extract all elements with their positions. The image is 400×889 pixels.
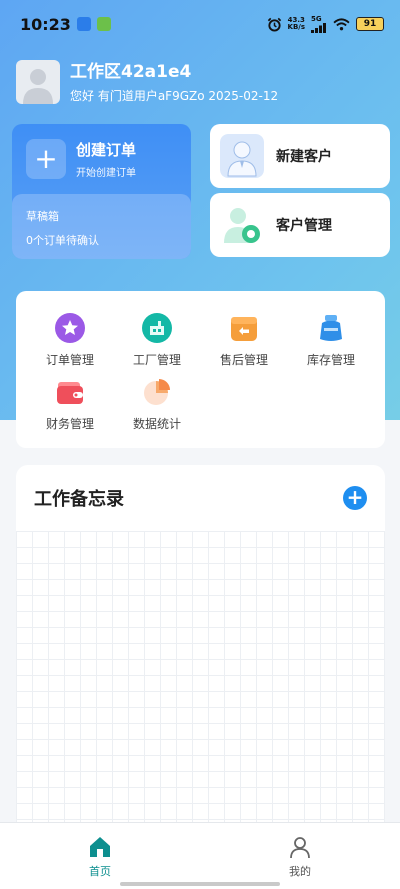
order-management-label: 订单管理 [45,353,94,367]
factory-icon [142,313,172,343]
star-badge-icon [55,313,85,343]
new-customer-label: 新建客户 [276,149,332,165]
add-memo-button[interactable]: + [343,486,367,510]
statistics-button[interactable]: 数据统计 [117,377,197,432]
app-screen: 10:23 43.3 KB/s 5G 91 工作区42a1e4 您好 有门道用户… [0,0,400,889]
wifi-icon [333,17,350,30]
user-profile-icon [290,837,310,859]
work-memo-panel: 工作备忘录 + [16,465,385,825]
status-time: 10:23 [20,14,71,34]
battery-indicator: 91 [356,17,384,31]
finance-label: 财务管理 [45,417,94,431]
create-order-button[interactable]: + 创建订单 开始创建订单 [12,124,191,194]
create-order-texts: 创建订单 开始创建订单 [76,139,136,179]
inventory-button[interactable]: 库存管理 [291,313,371,368]
greeting-text: 您好 有门道用户aF9GZo 2025-02-12 [70,88,279,103]
cell-signal: 5G [311,14,327,33]
customer-management-button[interactable]: 客户管理 [210,193,390,257]
bottom-nav: 首页 我的 [0,822,400,889]
drafts-button[interactable]: 草稿箱 0个订单待确认 [12,194,191,259]
nav-mine-label: 我的 [289,865,311,878]
home-icon [90,837,110,857]
drafts-title: 草稿箱 [26,210,59,223]
create-order-title: 创建订单 [76,141,137,159]
notification-game-icon [96,17,111,31]
user-avatar-icon [23,69,53,104]
avatar[interactable] [16,60,60,104]
customer-management-label: 客户管理 [276,218,332,234]
memo-title: 工作备忘录 [34,489,124,510]
workspace-title: 工作区42a1e4 [70,61,192,82]
pie-chart-icon [144,379,170,405]
drafts-subtitle: 0个订单待确认 [26,234,99,247]
after-sales-button[interactable]: 售后管理 [204,313,284,368]
network-type: 5G [311,14,322,23]
create-order-subtitle: 开始创建订单 [76,168,136,179]
statistics-label: 数据统计 [132,417,181,431]
create-order-card: + 创建订单 开始创建订单 草稿箱 0个订单待确认 [12,124,191,259]
inventory-bag-icon [320,315,342,341]
plus-icon: + [26,139,66,179]
customer-management-icon [224,208,260,243]
header-text: 工作区42a1e4 您好 有门道用户aF9GZo 2025-02-12 [70,61,278,104]
finance-button[interactable]: 财务管理 [30,377,110,432]
net-speed: 43.3 KB/s [288,17,305,31]
net-speed-unit: KB/s [287,23,305,31]
inventory-label: 库存管理 [306,353,355,367]
nav-home-label: 首页 [89,865,111,878]
new-customer-button[interactable]: 新建客户 [210,124,390,188]
return-box-icon [231,317,257,341]
feature-grid: 订单管理 工厂管理 售后管理 库存管理 财务管理 数据统计 [16,291,385,448]
battery-level: 91 [363,19,377,29]
signal-bars-icon [311,22,326,33]
factory-management-button[interactable]: 工厂管理 [117,313,197,368]
new-customer-icon [220,134,264,178]
memo-grid-area[interactable] [16,531,385,825]
status-bar: 10:23 43.3 KB/s 5G 91 [0,0,400,48]
notification-app-icon [76,17,91,31]
status-right: 43.3 KB/s 5G 91 [267,14,384,33]
nav-home[interactable]: 首页 [0,823,200,889]
order-management-button[interactable]: 订单管理 [30,313,110,368]
workspace-header: 工作区42a1e4 您好 有门道用户aF9GZo 2025-02-12 [16,60,278,104]
nav-mine[interactable]: 我的 [200,823,400,889]
wallet-icon [57,382,83,404]
memo-header: 工作备忘录 + [16,465,385,531]
factory-management-label: 工厂管理 [132,353,181,367]
after-sales-label: 售后管理 [219,353,268,367]
alarm-icon [267,17,281,32]
home-indicator [120,882,280,886]
